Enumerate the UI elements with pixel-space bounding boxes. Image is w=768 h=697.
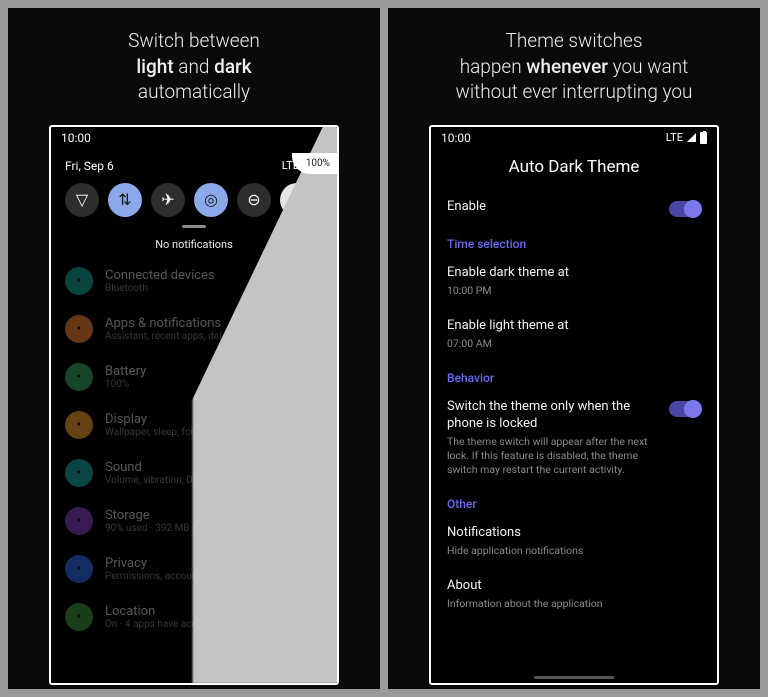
settings-title: Sound	[105, 460, 252, 475]
pref-title: Enable dark theme at	[447, 265, 691, 282]
category-behavior: Behavior	[447, 363, 701, 391]
category-other: Other	[447, 489, 701, 517]
settings-row[interactable]: • Connected devicesBluetooth	[61, 257, 327, 305]
settings-list: • Connected devicesBluetooth • Apps & notif…	[51, 257, 337, 641]
sound-icon: •	[65, 459, 93, 487]
settings-sub: On · 4 apps have access to location	[105, 619, 262, 630]
signal-icon	[687, 133, 696, 142]
phone-mock-right: 10:00 LTE Auto Dark Theme Enable Time se…	[429, 125, 719, 685]
settings-title: Privacy	[105, 556, 300, 571]
text: Switch between	[128, 29, 260, 52]
qs-wifi-tile[interactable]: ▽	[65, 183, 99, 217]
settings-row[interactable]: • Battery100%	[61, 353, 327, 401]
settings-sub: Bluetooth	[105, 283, 215, 294]
category-time: Time selection	[447, 229, 701, 257]
headline-right: Theme switches happen whenever you want …	[456, 28, 693, 105]
preferences-list: Enable Time selection Enable dark theme …	[431, 191, 717, 624]
battery-icon: •	[65, 363, 93, 391]
settings-sub: Wallpaper, sleep, font size	[105, 427, 220, 438]
pref-title: About	[447, 578, 691, 595]
settings-title: Battery	[105, 364, 146, 379]
data-icon: ⇅	[118, 190, 131, 209]
pref-title: Enable	[447, 199, 659, 216]
quick-settings-row: ▽ ⇅ ✈ ◎ ⊖ ↻	[51, 173, 337, 223]
toggle-lock-only[interactable]	[669, 401, 701, 417]
battery-icon	[700, 132, 707, 144]
text-bold: dark	[214, 55, 252, 78]
status-time: 10:00	[441, 131, 471, 145]
settings-sub: 100%	[105, 379, 146, 390]
qs-rotate-tile[interactable]: ↻	[280, 183, 314, 217]
location-pin-icon: ◎	[204, 190, 218, 209]
text: without ever interrupting you	[456, 80, 693, 103]
storage-icon: •	[65, 507, 93, 535]
settings-title: Connected devices	[105, 268, 215, 283]
pref-value: 07:00 AM	[447, 337, 691, 351]
network-label: LTE	[666, 131, 683, 144]
pref-sub: Information about the application	[447, 597, 691, 611]
pref-title: Enable light theme at	[447, 318, 691, 335]
pref-enable[interactable]: Enable	[447, 191, 701, 229]
text-bold: whenever	[526, 55, 608, 78]
location-icon: •	[65, 603, 93, 631]
display-icon: •	[65, 411, 93, 439]
home-gesture-handle[interactable]	[534, 676, 614, 679]
dnd-icon: ⊖	[247, 190, 260, 209]
privacy-icon: •	[65, 555, 93, 583]
settings-title: Location	[105, 604, 262, 619]
text: automatically	[138, 80, 250, 103]
airplane-icon: ✈	[161, 190, 174, 209]
settings-sub: Volume, vibration, Do Not Disturb	[105, 475, 252, 486]
settings-title: Storage	[105, 508, 209, 523]
phone-mock-left: 10:00 100% Fri, Sep 6 LTE ▽ ⇅ ✈ ◎ ⊖ ↻ No…	[49, 125, 339, 685]
qs-data-tile[interactable]: ⇅	[108, 183, 142, 217]
pref-title: Switch the theme only when the phone is …	[447, 399, 659, 433]
pref-value: 10:00 PM	[447, 284, 691, 298]
devices-icon: •	[65, 267, 93, 295]
text: you want	[608, 55, 688, 78]
status-bar: 10:00	[51, 127, 337, 149]
settings-row[interactable]: • PrivacyPermissions, account activity, p…	[61, 545, 327, 593]
pref-lock-only[interactable]: Switch the theme only when the phone is …	[447, 391, 701, 489]
apps-icon: •	[65, 315, 93, 343]
text: and	[174, 55, 214, 78]
qs-airplane-tile[interactable]: ✈	[151, 183, 185, 217]
settings-title: Apps & notifications	[105, 316, 263, 331]
qs-location-tile[interactable]: ◎	[194, 183, 228, 217]
settings-title: Display	[105, 412, 220, 427]
text-bold: light	[136, 55, 173, 78]
promo-panel-right: Theme switches happen whenever you want …	[388, 8, 760, 689]
pref-sub: Hide application notifications	[447, 544, 691, 558]
settings-row[interactable]: • Apps & notificationsAssistant, recent a…	[61, 305, 327, 353]
pref-notifications[interactable]: Notifications Hide application notificat…	[447, 517, 701, 570]
pref-sub: The theme switch will appear after the n…	[447, 435, 659, 478]
settings-sub: Permissions, account activity, personal …	[105, 571, 300, 582]
text: Theme switches	[506, 29, 643, 52]
toggle-enable[interactable]	[669, 201, 701, 217]
settings-row[interactable]: • DisplayWallpaper, sleep, font size	[61, 401, 327, 449]
settings-row[interactable]: • SoundVolume, vibration, Do Not Disturb	[61, 449, 327, 497]
text: happen	[460, 55, 527, 78]
settings-sub: Assistant, recent apps, default apps	[105, 331, 263, 342]
pref-dark-time[interactable]: Enable dark theme at 10:00 PM	[447, 257, 701, 310]
wifi-icon: ▽	[76, 190, 88, 209]
status-time: 10:00	[61, 131, 91, 145]
promo-panel-left: Switch between light and dark automatica…	[8, 8, 380, 689]
qs-date: Fri, Sep 6	[65, 159, 114, 173]
headline-left: Switch between light and dark automatica…	[128, 28, 260, 105]
settings-row[interactable]: • LocationOn · 4 apps have access to loca…	[61, 593, 327, 641]
status-bar: 10:00 LTE	[431, 127, 717, 149]
no-notifications-label: No notifications	[51, 236, 337, 257]
settings-row[interactable]: • Storage90% used · 392 MB free	[61, 497, 327, 545]
qs-drag-handle[interactable]	[182, 225, 206, 228]
pref-about[interactable]: About Information about the application	[447, 570, 701, 623]
page-title: Auto Dark Theme	[431, 149, 717, 191]
settings-sub: 90% used · 392 MB free	[105, 523, 209, 534]
rotate-icon: ↻	[290, 190, 303, 209]
pref-light-time[interactable]: Enable light theme at 07:00 AM	[447, 310, 701, 363]
qs-dnd-tile[interactable]: ⊖	[237, 183, 271, 217]
pref-title: Notifications	[447, 525, 691, 542]
